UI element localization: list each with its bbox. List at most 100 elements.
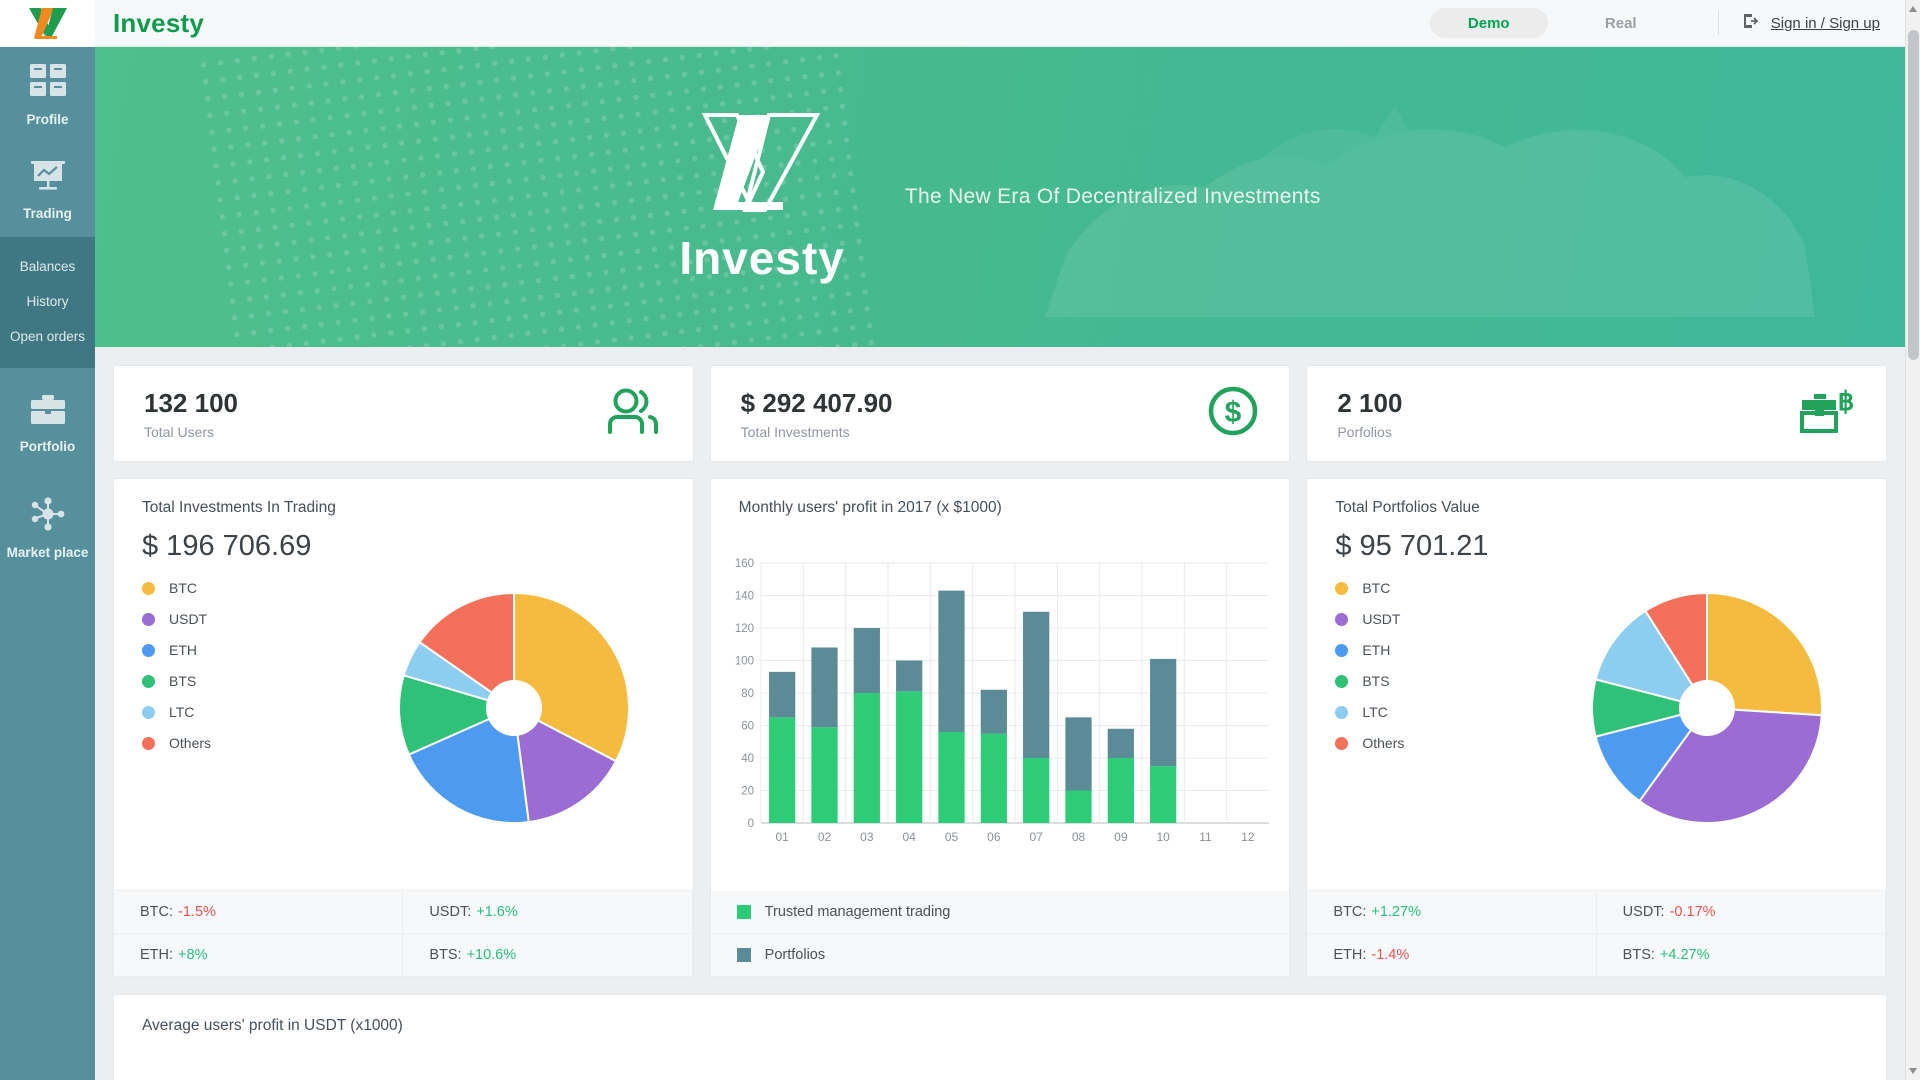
bar-segment-trusted-management[interactable] <box>1065 790 1092 824</box>
legend-item[interactable]: LTC <box>1335 701 1404 723</box>
bar-segment-portfolios[interactable] <box>1065 717 1092 791</box>
bar-segment-portfolios[interactable] <box>1149 658 1176 767</box>
legend-item[interactable]: ETH <box>142 639 211 661</box>
sidebar-subitem-history[interactable]: History <box>0 284 95 319</box>
y-axis-tick-label: 160 <box>734 558 753 570</box>
bar-segment-portfolios[interactable] <box>1107 728 1134 758</box>
bar-segment-trusted-management[interactable] <box>853 693 880 823</box>
x-axis-tick-label: 06 <box>987 830 1001 844</box>
investy-logo-icon <box>28 7 67 39</box>
dollar-circle-icon: $ <box>1207 385 1259 442</box>
card-header: Monthly users' profit in 2017 (x $1000) <box>711 479 1290 517</box>
metric-value: +1.27% <box>1371 904 1421 920</box>
main-content: 132 100 Total Users $ 292 407.90 Total I… <box>95 347 1905 1080</box>
page-scrollbar[interactable] <box>1905 0 1920 1080</box>
legend-label: ETH <box>1362 642 1391 658</box>
y-axis-tick-label: 60 <box>741 721 754 733</box>
sidebar-item-market-place[interactable]: Market place <box>0 470 95 576</box>
legend-item[interactable]: BTC <box>1335 577 1404 599</box>
sidebar-item-portfolio[interactable]: Portfolio <box>0 368 95 470</box>
bar-segment-trusted-management[interactable] <box>811 727 838 823</box>
users-icon <box>605 387 663 440</box>
sidebar-subitem-open-orders[interactable]: Open orders <box>0 319 95 354</box>
legend-color-swatch <box>142 643 155 657</box>
scrollbar-thumb[interactable] <box>1908 30 1919 360</box>
legend-color-swatch <box>1335 674 1349 688</box>
presentation-chart-icon <box>0 159 95 198</box>
card-value: $ 95 701.21 <box>1335 530 1489 562</box>
login-arrow-icon[interactable] <box>1741 11 1761 36</box>
bar-segment-portfolios[interactable] <box>768 671 795 718</box>
mode-toggle-real[interactable]: Real <box>1562 8 1680 38</box>
legend-color-swatch <box>142 612 155 626</box>
network-nodes-icon <box>0 496 95 537</box>
card-monthly-users-profit: Monthly users' profit in 2017 (x $1000) … <box>709 478 1291 978</box>
legend-item[interactable]: ETH <box>1335 639 1404 661</box>
legend-item[interactable]: USDT <box>1335 608 1404 630</box>
pie-legend: BTC USDT ETH BTS LTC Others <box>142 577 211 763</box>
stat-label: Porfolios <box>1337 423 1392 440</box>
legend-item[interactable]: Others <box>142 732 211 754</box>
sidebar: Profile Trading Balances History Open or… <box>0 0 95 1080</box>
investy-hero-logo-icon <box>701 112 821 212</box>
pie-chart-investments: BTC USDT ETH BTS LTC Others <box>114 563 693 890</box>
legend-label: BTC <box>169 580 197 596</box>
legend-item[interactable]: BTS <box>142 670 211 692</box>
y-axis-tick-label: 0 <box>747 818 753 830</box>
card-total-investments-in-trading: Total Investments In Trading $ 196 706.6… <box>113 478 694 978</box>
svg-text:฿: ฿ <box>1838 386 1855 416</box>
bar-segment-trusted-management[interactable] <box>1107 758 1134 823</box>
card-title: Total Portfolios Value <box>1335 499 1480 516</box>
legend-item[interactable]: Others <box>1335 732 1404 754</box>
bar-segment-trusted-management[interactable] <box>980 733 1007 823</box>
mode-toggle-demo[interactable]: Demo <box>1429 8 1548 38</box>
y-axis-tick-label: 80 <box>741 688 754 700</box>
bar-segment-portfolios[interactable] <box>980 689 1007 734</box>
bar-segment-trusted-management[interactable] <box>895 691 922 823</box>
legend-trusted-management[interactable]: Trusted management trading <box>710 891 1290 934</box>
card-total-portfolios-value: Total Portfolios Value $ 95 701.21 BTC U… <box>1306 478 1888 978</box>
bar-segment-trusted-management[interactable] <box>1022 758 1049 823</box>
legend-item[interactable]: LTC <box>142 701 211 723</box>
chart-card-row: Total Investments In Trading $ 196 706.6… <box>113 462 1888 978</box>
legend-portfolios[interactable]: Portfolios <box>710 934 1290 977</box>
legend-item[interactable]: USDT <box>142 608 211 630</box>
bar-segment-portfolios[interactable] <box>853 628 880 693</box>
hero-logo-group: Investy <box>679 110 845 285</box>
card-value: $ 196 706.69 <box>142 530 312 562</box>
pie-chart-portfolios: BTC USDT ETH BTS LTC Others <box>1307 563 1886 890</box>
sidebar-item-profile[interactable]: Profile <box>0 47 95 143</box>
bar-segment-trusted-management[interactable] <box>768 717 795 823</box>
bar-segment-trusted-management[interactable] <box>938 732 965 823</box>
metric-label: BTS: <box>429 947 462 963</box>
legend-color-swatch <box>142 736 155 750</box>
bar-segment-trusted-management[interactable] <box>1149 766 1176 823</box>
bar-segment-portfolios[interactable] <box>1022 611 1049 758</box>
metric-value: -1.5% <box>178 904 216 920</box>
bar-segment-portfolios[interactable] <box>895 660 922 692</box>
app-logo[interactable] <box>0 0 95 47</box>
x-axis-tick-label: 02 <box>817 830 831 844</box>
bar-segment-portfolios[interactable] <box>938 590 965 732</box>
pie-canvas <box>369 563 659 858</box>
metric-label: BTC: <box>140 904 174 920</box>
legend-color-swatch <box>142 581 155 595</box>
scroll-down-arrow-icon[interactable] <box>1909 1068 1917 1074</box>
scroll-up-arrow-icon[interactable] <box>1909 6 1917 12</box>
metric-bts: BTS: +4.27% <box>1596 934 1886 977</box>
metric-value: -0.17% <box>1669 904 1716 920</box>
hero-banner: Investy The New Era Of Decentralized Inv… <box>95 47 1905 347</box>
sign-in-sign-up-link[interactable]: Sign in / Sign up <box>1771 15 1880 32</box>
sidebar-item-trading[interactable]: Trading <box>0 143 95 237</box>
legend-label: BTS <box>169 673 197 689</box>
hero-brand-word: Investy <box>679 231 845 284</box>
bar-segment-portfolios[interactable] <box>811 647 838 728</box>
bar-chart-monthly-profit: 0 20 40 60 80 100 120 140 160 01 02 03 04 05 06 07 08 09 1… <box>711 517 1290 891</box>
metric-label: ETH: <box>1333 947 1367 963</box>
legend-label: LTC <box>169 704 195 720</box>
legend-item[interactable]: BTC <box>142 577 211 599</box>
x-axis-tick-label: 05 <box>944 830 958 844</box>
metric-label: BTC: <box>1333 904 1367 920</box>
sidebar-subitem-balances[interactable]: Balances <box>0 249 95 284</box>
legend-item[interactable]: BTS <box>1335 670 1404 692</box>
